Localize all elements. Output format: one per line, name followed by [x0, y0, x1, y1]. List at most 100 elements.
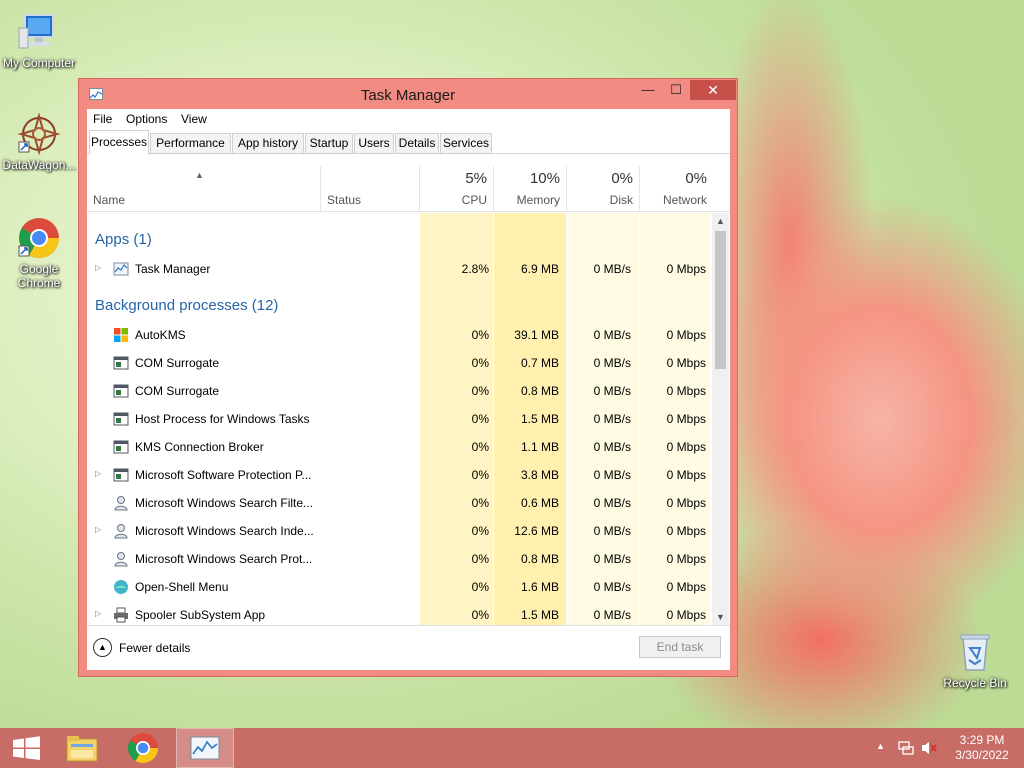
process-window-icon: [113, 467, 129, 483]
disk-value: 0 MB/s: [593, 580, 631, 594]
windows-logo-icon: [113, 327, 129, 343]
disk-value: 0 MB/s: [593, 412, 631, 426]
table-row[interactable]: AutoKMS 0% 39.1 MB 0 MB/s 0 Mbps: [87, 321, 710, 349]
disk-value: 0 MB/s: [593, 356, 631, 370]
maximize-button[interactable]: ☐: [663, 80, 689, 100]
expand-arrow-icon[interactable]: ▷: [95, 525, 101, 534]
disk-value: 0 MB/s: [593, 552, 631, 566]
scroll-down-icon[interactable]: ▼: [712, 609, 729, 625]
table-row[interactable]: ▷ Spooler SubSystem App 0% 1.5 MB 0 MB/s 0 Mb…: [87, 601, 710, 625]
network-value: 0 Mbps: [666, 524, 706, 538]
column-header-name[interactable]: Name: [87, 156, 320, 212]
table-row[interactable]: ▷ Microsoft Software Protection P... 0% 3.8…: [87, 461, 710, 489]
process-name: COM Surrogate: [135, 356, 220, 370]
desktop-icon-recycle-bin[interactable]: Recycle Bin: [936, 630, 1014, 690]
menu-bar: File Options View: [87, 109, 730, 129]
folder-icon: [66, 736, 98, 762]
table-row[interactable]: COM Surrogate 0% 0.7 MB 0 MB/s 0 Mbps: [87, 349, 710, 377]
column-header-memory[interactable]: 10% Memory: [494, 156, 566, 212]
tab-startup[interactable]: Startup: [305, 133, 353, 154]
cpu-value: 0%: [471, 356, 489, 370]
table-row[interactable]: COM Surrogate 0% 0.8 MB 0 MB/s 0 Mbps: [87, 377, 710, 405]
disk-value: 0 MB/s: [593, 262, 631, 276]
menu-file[interactable]: File: [93, 112, 112, 126]
disk-value: 0 MB/s: [593, 496, 631, 510]
network-value: 0 Mbps: [666, 468, 706, 482]
column-header-row: ▲ Name Status 5% CPU 10% Memory 0% Disk: [87, 156, 730, 212]
chrome-icon: [17, 216, 61, 260]
scrollbar-thumb[interactable]: [715, 231, 726, 369]
taskbar-file-explorer[interactable]: [55, 728, 111, 768]
memory-value: 1.1 MB: [520, 440, 559, 454]
cpu-value: 0%: [471, 496, 489, 510]
network-value: 0 Mbps: [666, 496, 706, 510]
tab-details[interactable]: Details: [395, 133, 439, 154]
menu-options[interactable]: Options: [126, 112, 167, 126]
column-header-disk[interactable]: 0% Disk: [567, 156, 639, 212]
table-row[interactable]: KMS Connection Broker 0% 1.1 MB 0 MB/s 0 Mbp…: [87, 433, 710, 461]
group-header-apps: Apps (1): [95, 231, 152, 248]
tab-app-history[interactable]: App history: [232, 133, 304, 154]
clock-date: 3/30/2022: [955, 748, 1009, 762]
memory-value: 39.1 MB: [514, 328, 559, 342]
tab-users[interactable]: Users: [354, 133, 394, 154]
column-header-network[interactable]: 0% Network: [640, 156, 713, 212]
menu-view[interactable]: View: [181, 112, 207, 126]
taskbar-task-manager[interactable]: [176, 728, 234, 768]
footer-bar: ▲ Fewer details End task: [87, 625, 730, 670]
process-name: Microsoft Windows Search Inde...: [135, 524, 314, 538]
tab-strip: Processes Performance App history Startu…: [87, 130, 730, 155]
process-name: Microsoft Software Protection P...: [135, 468, 312, 482]
printer-icon: [113, 607, 129, 623]
memory-value: 1.6 MB: [520, 580, 559, 594]
chrome-icon: [127, 733, 158, 764]
disk-value: 0 MB/s: [593, 384, 631, 398]
cpu-value: 0%: [471, 412, 489, 426]
table-row[interactable]: ▷ Microsoft Windows Search Inde... 0% 12.6 …: [87, 517, 710, 545]
memory-value: 6.9 MB: [520, 262, 559, 276]
process-name: Spooler SubSystem App: [135, 608, 266, 622]
desktop-icon-my-computer[interactable]: My Computer: [0, 10, 78, 70]
minimize-button[interactable]: —: [635, 80, 661, 100]
tab-services[interactable]: Services: [440, 133, 492, 154]
start-button[interactable]: [0, 728, 56, 768]
table-row[interactable]: Open-Shell Menu 0% 1.6 MB 0 MB/s 0 Mbps: [87, 573, 710, 601]
cpu-value: 0%: [471, 552, 489, 566]
expand-arrow-icon[interactable]: ▷: [95, 263, 101, 272]
process-window-icon: [113, 439, 129, 455]
network-value: 0 Mbps: [666, 262, 706, 276]
window-client: File Options View Processes Performance …: [87, 109, 730, 670]
memory-value: 0.8 MB: [520, 384, 559, 398]
table-row[interactable]: Host Process for Windows Tasks 0% 1.5 MB 0 …: [87, 405, 710, 433]
expand-arrow-icon[interactable]: ▷: [95, 609, 101, 618]
network-icon[interactable]: [898, 740, 914, 768]
table-row[interactable]: Microsoft Windows Search Prot... 0% 0.8 MB…: [87, 545, 710, 573]
taskbar: ▲ 3:29 PM 3/30/2022: [0, 728, 1024, 768]
table-row[interactable]: Microsoft Windows Search Filte... 0% 0.6 M…: [87, 489, 710, 517]
system-clock[interactable]: 3:29 PM 3/30/2022: [944, 733, 1020, 763]
end-task-button[interactable]: End task: [639, 636, 721, 658]
cpu-value: 2.8%: [461, 262, 489, 276]
computer-icon: [17, 10, 61, 54]
show-hidden-icons-icon[interactable]: ▲: [876, 741, 885, 768]
column-header-cpu[interactable]: 5% CPU: [420, 156, 493, 212]
recycle-bin-icon: [953, 630, 997, 674]
volume-muted-icon[interactable]: [920, 740, 938, 768]
cpu-value: 0%: [471, 580, 489, 594]
tab-processes[interactable]: Processes: [89, 130, 149, 155]
column-header-status[interactable]: Status: [321, 156, 419, 212]
table-row[interactable]: ▷ Task Manager 2.8% 6.9 MB 0 MB/s 0 Mbps: [87, 255, 710, 283]
desktop-icon-google-chrome[interactable]: Google Chrome: [0, 216, 78, 290]
windows-logo-icon: [13, 736, 40, 760]
tab-performance[interactable]: Performance: [150, 133, 231, 154]
desktop-icon-datawagon[interactable]: DataWagon...: [0, 112, 78, 172]
shell-orb-icon: [113, 579, 129, 595]
close-button[interactable]: ✕: [690, 80, 736, 100]
taskbar-google-chrome[interactable]: [115, 728, 171, 768]
expand-arrow-icon[interactable]: ▷: [95, 469, 101, 478]
vertical-scrollbar[interactable]: ▲ ▼: [712, 213, 729, 625]
title-bar[interactable]: Task Manager — ☐ ✕: [79, 79, 737, 109]
memory-value: 0.6 MB: [520, 496, 559, 510]
desktop-icon-label: My Computer: [2, 56, 76, 70]
scroll-up-icon[interactable]: ▲: [712, 213, 729, 229]
